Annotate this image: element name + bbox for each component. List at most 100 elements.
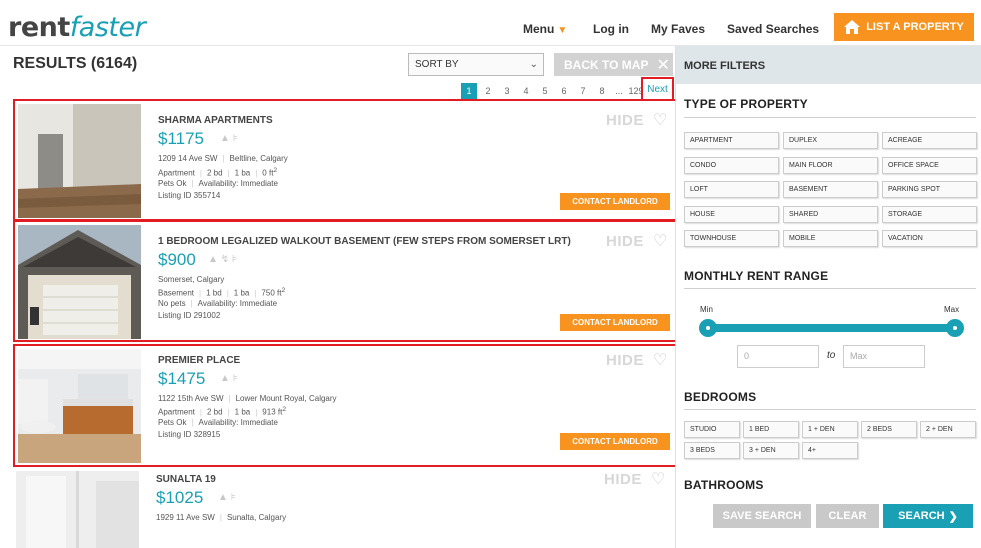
- bedrooms-2-beds-chip[interactable]: 2 BEDS: [861, 421, 917, 438]
- bedrooms-4plus-chip[interactable]: 4+: [802, 442, 858, 459]
- my-faves-link[interactable]: My Faves: [651, 22, 705, 36]
- rent-slider-min-handle[interactable]: [699, 319, 717, 337]
- sort-by-select[interactable]: SORT BY ⌄: [408, 53, 544, 76]
- contact-landlord-button[interactable]: CONTACT LANDLORD: [560, 193, 670, 210]
- login-link[interactable]: Log in: [593, 22, 629, 36]
- type-house-chip[interactable]: HOUSE: [684, 206, 779, 223]
- listing-title[interactable]: SHARMA APARTMENTS: [158, 115, 273, 126]
- page-6[interactable]: 6: [556, 83, 572, 99]
- page-7[interactable]: 7: [575, 83, 591, 99]
- tree-icon: ▲: [218, 492, 228, 503]
- listing-address: 1122 15th Ave SW: [158, 394, 224, 403]
- bedrooms-1-bed-chip[interactable]: 1 BED: [743, 421, 799, 438]
- page-1[interactable]: 1: [461, 83, 477, 99]
- clear-button[interactable]: CLEAR: [816, 504, 879, 528]
- listing-pets: Pets Ok: [158, 179, 187, 188]
- listing-card[interactable]: SUNALTA 19 $1025 ▲ ⊧ 1929 11 Ave SW | Suna…: [13, 468, 677, 548]
- listing-photo[interactable]: [16, 471, 139, 548]
- sqft-superscript: 2: [282, 406, 287, 413]
- listing-id: Listing ID 291002: [158, 311, 221, 320]
- sqft-superscript: 2: [281, 287, 286, 294]
- listing-photo[interactable]: [18, 225, 141, 339]
- sort-by-value: SORT BY: [415, 59, 459, 70]
- heart-icon[interactable]: ♡: [653, 350, 667, 370]
- bedrooms-2-den-chip[interactable]: 2 + DEN: [920, 421, 976, 438]
- listing-title[interactable]: 1 BEDROOM LEGALIZED WALKOUT BASEMENT (FE…: [158, 236, 571, 247]
- faucet-icon: ⊧: [232, 373, 238, 384]
- listing-area: Lower Mount Royal, Calgary: [235, 394, 337, 403]
- menu-link[interactable]: Menu ▼: [523, 22, 567, 36]
- list-property-button[interactable]: LIST A PROPERTY: [834, 13, 974, 41]
- pagination: 1 2 3 4 5 6 7 8 ... 129: [461, 83, 644, 99]
- saved-searches-link[interactable]: Saved Searches: [727, 22, 819, 36]
- type-main-floor-chip[interactable]: MAIN FLOOR: [783, 157, 878, 174]
- tree-icon: ▲: [220, 133, 230, 144]
- min-rent-input[interactable]: 0: [737, 345, 819, 368]
- listing-id: Listing ID 355714: [158, 191, 221, 200]
- heart-icon[interactable]: ♡: [651, 469, 665, 489]
- amenity-icons: ▲ ↯ ⊧: [208, 254, 237, 265]
- more-filters-header[interactable]: MORE FILTERS: [676, 46, 981, 84]
- hide-button[interactable]: HIDE: [606, 352, 644, 369]
- type-shared-chip[interactable]: SHARED: [783, 206, 878, 223]
- bedrooms-3-beds-chip[interactable]: 3 BEDS: [684, 442, 740, 459]
- listing-price: $1025: [156, 488, 204, 507]
- header: rentfaster Menu ▼ Log in My Faves Saved S…: [0, 0, 981, 46]
- listing-title[interactable]: SUNALTA 19: [156, 474, 216, 485]
- listing-address-line: 1122 15th Ave SW | Lower Mount Royal, Calg…: [158, 394, 337, 403]
- save-search-button[interactable]: SAVE SEARCH: [713, 504, 811, 528]
- rent-slider-max-handle[interactable]: [946, 319, 964, 337]
- menu-label: Menu: [523, 22, 555, 36]
- type-office-space-chip[interactable]: OFFICE SPACE: [882, 157, 977, 174]
- listing-price: $1175: [158, 129, 205, 148]
- listing-specs-line: Apartment | 2 bd | 1 ba | 0 ft2: [158, 167, 278, 178]
- listing-beds: 2 bd: [206, 407, 223, 417]
- type-duplex-chip[interactable]: DUPLEX: [783, 132, 878, 149]
- bedrooms-studio-chip[interactable]: STUDIO: [684, 421, 740, 438]
- hide-button[interactable]: HIDE: [606, 233, 644, 250]
- page-2[interactable]: 2: [480, 83, 496, 99]
- type-acreage-chip[interactable]: ACREAGE: [882, 132, 977, 149]
- lightning-icon: ↯: [220, 254, 230, 265]
- listing-card[interactable]: SHARMA APARTMENTS $1175 ▲ ⊧ 1209 14 Ave …: [13, 99, 677, 221]
- listing-photo[interactable]: [18, 349, 141, 463]
- contact-landlord-button[interactable]: CONTACT LANDLORD: [560, 314, 670, 331]
- faucet-icon: ⊧: [231, 254, 238, 265]
- listing-beds: 2 bd: [206, 168, 223, 178]
- type-parking-spot-chip[interactable]: PARKING SPOT: [882, 181, 977, 198]
- heart-icon[interactable]: ♡: [653, 110, 667, 130]
- heart-icon[interactable]: ♡: [653, 231, 667, 251]
- listing-photo[interactable]: [18, 104, 141, 218]
- type-storage-chip[interactable]: STORAGE: [882, 206, 977, 223]
- type-vacation-chip[interactable]: VACATION: [882, 230, 977, 247]
- listing-area: Beltline, Calgary: [229, 154, 288, 163]
- hide-button[interactable]: HIDE: [606, 112, 644, 129]
- page-5[interactable]: 5: [537, 83, 553, 99]
- listing-card[interactable]: 1 BEDROOM LEGALIZED WALKOUT BASEMENT (FE…: [13, 220, 677, 342]
- page-3[interactable]: 3: [499, 83, 515, 99]
- rent-slider-track[interactable]: [708, 324, 956, 332]
- chevron-down-icon: ▼: [557, 25, 568, 36]
- contact-landlord-button[interactable]: CONTACT LANDLORD: [560, 433, 670, 450]
- bedrooms-1-den-chip[interactable]: 1 + DEN: [802, 421, 858, 438]
- listing-baths: 1 ba: [233, 288, 250, 298]
- page-8[interactable]: 8: [594, 83, 610, 99]
- listing-title[interactable]: PREMIER PLACE: [158, 355, 240, 366]
- type-condo-chip[interactable]: CONDO: [684, 157, 779, 174]
- listing-card[interactable]: PREMIER PLACE $1475 ▲ ⊧ 1122 15th Ave SW…: [13, 344, 677, 467]
- type-apartment-chip[interactable]: APARTMENT: [684, 132, 779, 149]
- bedrooms-3-den-chip[interactable]: 3 + DEN: [743, 442, 799, 459]
- search-button[interactable]: SEARCH ❯: [883, 504, 973, 528]
- divider: [684, 409, 976, 410]
- page-4[interactable]: 4: [518, 83, 534, 99]
- max-rent-input[interactable]: Max: [843, 345, 925, 368]
- type-basement-chip[interactable]: BASEMENT: [783, 181, 878, 198]
- type-mobile-chip[interactable]: MOBILE: [783, 230, 878, 247]
- type-loft-chip[interactable]: LOFT: [684, 181, 779, 198]
- listing-pets: Pets Ok: [158, 418, 187, 427]
- back-to-map-button[interactable]: BACK TO MAP ✕: [554, 53, 673, 76]
- rentfaster-logo[interactable]: rentfaster: [8, 12, 146, 43]
- hide-button[interactable]: HIDE: [604, 471, 642, 488]
- type-of-property-title: TYPE OF PROPERTY: [684, 97, 808, 111]
- type-townhouse-chip[interactable]: TOWNHOUSE: [684, 230, 779, 247]
